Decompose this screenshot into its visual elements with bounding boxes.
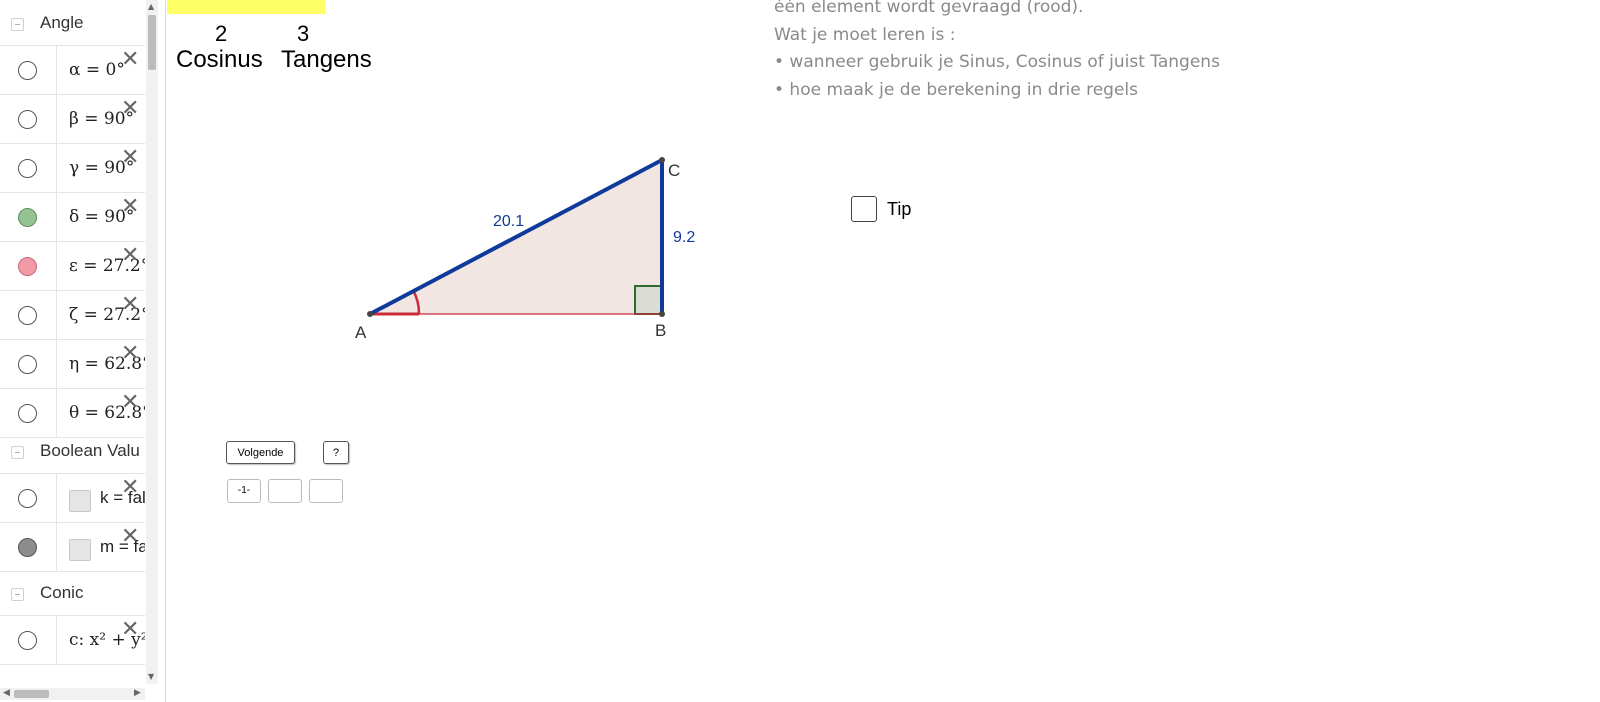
category-label: Angle: [40, 13, 84, 32]
hypotenuse-length: 20.1: [493, 213, 524, 230]
algebra-row[interactable]: ε = 27.2° ✕: [0, 242, 145, 291]
category-label: Conic: [40, 583, 84, 602]
visibility-marble-icon[interactable]: [18, 631, 37, 650]
collapse-icon[interactable]: [11, 588, 24, 601]
category-angle[interactable]: Angle: [0, 0, 145, 46]
next-button[interactable]: Volgende: [226, 441, 295, 464]
side-bc-length: 9.2: [673, 229, 695, 246]
right-triangle[interactable]: A B C 20.1 9.2: [167, 0, 727, 360]
marble-cell: [0, 144, 57, 192]
info-line-3: • wanneer gebruik je Sinus, Cosinus of j…: [774, 52, 1220, 72]
horizontal-scrollbar[interactable]: ◀ ▶: [0, 688, 145, 700]
scroll-thumb[interactable]: [14, 690, 49, 698]
scroll-right-icon[interactable]: ▶: [134, 688, 141, 698]
label-c: C: [668, 161, 680, 180]
marble-cell: [0, 523, 57, 571]
boolean-checkbox[interactable]: [69, 539, 91, 561]
visibility-marble-icon[interactable]: [18, 159, 37, 178]
graphics-view[interactable]: 2 3 Cosinus Tangens één element wordt ge…: [167, 0, 1600, 702]
boolean-checkbox[interactable]: [69, 490, 91, 512]
info-line-1: één element wordt gevraagd (rood).: [774, 0, 1084, 17]
category-label: Boolean Valu: [40, 441, 140, 460]
vertical-scrollbar[interactable]: ▲ ▼: [146, 0, 158, 684]
tip-label: Tip: [887, 199, 912, 219]
marble-cell: [0, 291, 57, 339]
answer-input-3[interactable]: [309, 479, 343, 503]
algebra-row[interactable]: c: x² + y² = 1✕: [0, 616, 145, 665]
marble-cell: [0, 193, 57, 241]
visibility-marble-icon[interactable]: [18, 110, 37, 129]
answer-input-2[interactable]: [268, 479, 302, 503]
label-a: A: [355, 323, 367, 342]
marble-cell: [0, 95, 57, 143]
scroll-down-icon[interactable]: ▼: [148, 672, 154, 681]
algebra-row[interactable]: ζ = 27.2° ✕: [0, 291, 145, 340]
collapse-icon[interactable]: [11, 446, 24, 459]
close-icon[interactable]: ✕: [121, 147, 139, 169]
algebra-row[interactable]: δ = 90° ✕: [0, 193, 145, 242]
algebra-row[interactable]: m = false✕: [0, 523, 145, 572]
marble-cell: [0, 616, 57, 664]
label-b: B: [655, 321, 666, 340]
marble-cell: [0, 46, 57, 94]
close-icon[interactable]: ✕: [121, 196, 139, 218]
marble-cell: [0, 474, 57, 522]
algebra-row[interactable]: k = false✕: [0, 474, 145, 523]
close-icon[interactable]: ✕: [121, 477, 139, 499]
visibility-marble-icon[interactable]: [18, 257, 37, 276]
algebra-expression[interactable]: α = 0°: [69, 60, 125, 80]
visibility-marble-icon[interactable]: [18, 208, 37, 227]
info-line-2: Wat je moet leren is :: [774, 25, 956, 45]
algebra-row[interactable]: γ = 90° ✕: [0, 144, 145, 193]
category-boolean[interactable]: Boolean Valu: [0, 428, 145, 474]
visibility-marble-icon[interactable]: [18, 61, 37, 80]
point-a[interactable]: [367, 311, 373, 317]
tip-checkbox[interactable]: [851, 196, 877, 222]
visibility-marble-icon[interactable]: [18, 306, 37, 325]
algebra-row[interactable]: α = 0° ✕: [0, 46, 145, 95]
close-icon[interactable]: ✕: [121, 343, 139, 365]
marble-cell: [0, 340, 57, 388]
answer-input-1[interactable]: -1-: [227, 479, 261, 503]
right-angle-marker: [634, 285, 663, 315]
collapse-icon[interactable]: [11, 18, 24, 31]
close-icon[interactable]: ✕: [121, 49, 139, 71]
algebra-row[interactable]: η = 62.8° ✕: [0, 340, 145, 389]
close-icon[interactable]: ✕: [121, 392, 139, 414]
help-button[interactable]: ?: [323, 441, 349, 464]
info-line-4: • hoe maak je de berekening in drie rege…: [774, 80, 1139, 100]
scroll-left-icon[interactable]: ◀: [3, 688, 10, 698]
close-icon[interactable]: ✕: [121, 294, 139, 316]
close-icon[interactable]: ✕: [121, 245, 139, 267]
scroll-thumb[interactable]: [148, 15, 156, 70]
visibility-marble-icon[interactable]: [18, 355, 37, 374]
close-icon[interactable]: ✕: [121, 98, 139, 120]
category-conic[interactable]: Conic: [0, 570, 145, 616]
algebra-view: Angle α = 0° ✕ β = 90° ✕ γ = 90° ✕ δ = 90° ✕ ε =…: [0, 0, 166, 702]
marble-cell: [0, 242, 57, 290]
close-icon[interactable]: ✕: [121, 526, 139, 548]
point-c[interactable]: [659, 157, 665, 163]
visibility-marble-icon[interactable]: [18, 489, 37, 508]
close-icon[interactable]: ✕: [121, 619, 139, 641]
visibility-marble-icon[interactable]: [18, 404, 37, 423]
point-b[interactable]: [659, 311, 665, 317]
visibility-marble-icon[interactable]: [18, 538, 37, 557]
algebra-row[interactable]: β = 90° ✕: [0, 95, 145, 144]
scroll-up-icon[interactable]: ▲: [148, 2, 154, 11]
geogebra-app: Angle α = 0° ✕ β = 90° ✕ γ = 90° ✕ δ = 90° ✕ ε =…: [0, 0, 1600, 702]
